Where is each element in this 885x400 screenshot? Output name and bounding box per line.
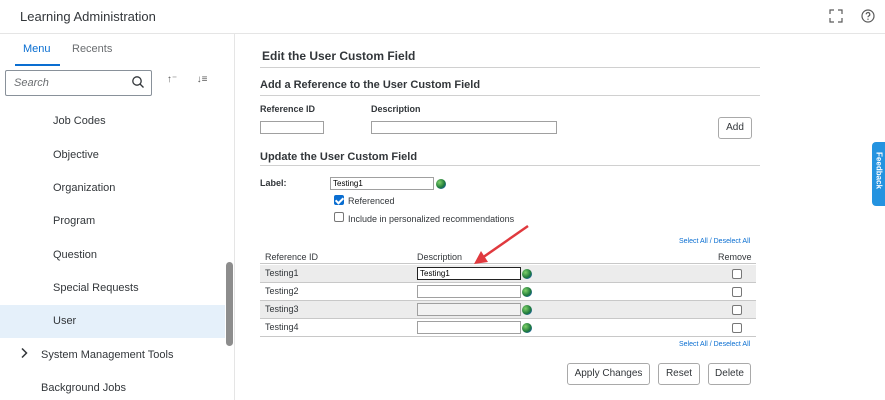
- table-row: Testing4: [260, 319, 756, 337]
- sidebar-item-job-codes[interactable]: Job Codes: [0, 105, 225, 138]
- feedback-label: Feedback: [874, 152, 884, 189]
- remove-checkbox[interactable]: [732, 287, 742, 297]
- reference-id-input[interactable]: [260, 121, 324, 134]
- top-bar: Learning Administration: [0, 0, 885, 34]
- column-header-description: Description: [417, 252, 463, 262]
- row-description-input[interactable]: [417, 321, 521, 334]
- sidebar-item-label: Objective: [53, 149, 99, 161]
- search-icon[interactable]: [131, 75, 145, 89]
- sidebar-item-special-requests[interactable]: Special Requests: [0, 272, 225, 305]
- sidebar-item-organization[interactable]: Organization: [0, 172, 225, 205]
- sidebar-item-label: Organization: [53, 182, 116, 194]
- page-title: Edit the User Custom Field: [262, 49, 416, 63]
- select-all-link-top[interactable]: Select All / Deselect All: [679, 238, 750, 245]
- sidebar-tabs: Menu Recents: [0, 34, 234, 66]
- add-button[interactable]: Add: [718, 117, 752, 139]
- referenced-label: Referenced: [348, 196, 395, 206]
- globe-icon[interactable]: [436, 179, 446, 189]
- row-reference-id: Testing2: [265, 286, 299, 296]
- annotation-arrow: [474, 224, 529, 264]
- column-header-remove: Remove: [718, 252, 752, 262]
- sort-descending-icon[interactable]: ↓≡: [192, 74, 212, 85]
- table-row: Testing2: [260, 283, 756, 301]
- sidebar-item-label: Special Requests: [53, 282, 139, 294]
- search-placeholder: Search: [14, 77, 49, 89]
- reset-button[interactable]: Reset: [658, 363, 700, 385]
- sidebar-item-user[interactable]: User: [0, 305, 225, 338]
- sidebar-item-background-jobs[interactable]: Background Jobs: [0, 372, 225, 400]
- sidebar-item-label: Program: [53, 215, 96, 227]
- column-header-reference-id: Reference ID: [265, 252, 319, 262]
- globe-icon[interactable]: [522, 287, 532, 297]
- description-label: Description: [371, 104, 421, 114]
- sidebar: Menu Recents Search ↑⁻ ↓≡ Job Codes Obje…: [0, 34, 235, 400]
- personalized-checkbox[interactable]: [334, 212, 344, 222]
- sidebar-item-label: Background Jobs: [41, 382, 126, 394]
- search-input[interactable]: Search: [5, 70, 152, 96]
- select-all-link-bottom[interactable]: Select All / Deselect All: [679, 341, 750, 348]
- apply-changes-button[interactable]: Apply Changes: [567, 363, 650, 385]
- sidebar-scrollbar[interactable]: [226, 262, 233, 346]
- sidebar-item-label: User: [53, 315, 77, 327]
- globe-icon[interactable]: [522, 269, 532, 279]
- description-input[interactable]: [371, 121, 557, 134]
- active-tab-indicator: [15, 64, 60, 66]
- sidebar-item-program[interactable]: Program: [0, 205, 225, 238]
- divider: [260, 165, 760, 166]
- globe-icon[interactable]: [522, 305, 532, 315]
- remove-checkbox[interactable]: [732, 269, 742, 279]
- delete-button[interactable]: Delete: [708, 363, 751, 385]
- sidebar-item-label: System Management Tools: [41, 349, 174, 361]
- table-row: Testing3: [260, 301, 756, 319]
- update-section-title: Update the User Custom Field: [260, 151, 418, 163]
- divider: [260, 95, 760, 96]
- remove-checkbox[interactable]: [732, 305, 742, 315]
- row-reference-id: Testing4: [265, 322, 299, 332]
- sidebar-item-objective[interactable]: Objective: [0, 139, 225, 172]
- tab-menu[interactable]: Menu: [23, 43, 51, 55]
- row-description-input[interactable]: [417, 285, 521, 298]
- row-reference-id: Testing3: [265, 304, 299, 314]
- tab-recents[interactable]: Recents: [72, 43, 112, 55]
- sidebar-item-label: Job Codes: [53, 115, 106, 127]
- reference-id-label: Reference ID: [260, 104, 316, 114]
- label-field-label: Label:: [260, 178, 287, 188]
- help-icon[interactable]: [860, 9, 876, 25]
- row-reference-id: Testing1: [265, 268, 299, 278]
- app-title: Learning Administration: [20, 9, 156, 24]
- sidebar-item-question[interactable]: Question: [0, 239, 225, 272]
- referenced-checkbox[interactable]: [334, 195, 344, 205]
- label-input[interactable]: Testing1: [330, 177, 434, 190]
- feedback-tab[interactable]: Feedback: [872, 142, 885, 206]
- remove-checkbox[interactable]: [732, 323, 742, 333]
- globe-icon[interactable]: [522, 323, 532, 333]
- add-section-title: Add a Reference to the User Custom Field: [260, 79, 481, 91]
- fullscreen-icon[interactable]: [828, 9, 844, 25]
- sidebar-item-label: Question: [53, 249, 98, 261]
- main-content: Edit the User Custom Field Add a Referen…: [236, 34, 885, 400]
- row-description-input[interactable]: [417, 303, 521, 316]
- sidebar-item-system-management-tools[interactable]: System Management Tools: [0, 339, 225, 372]
- chevron-right-icon[interactable]: [19, 347, 29, 362]
- sort-ascending-icon[interactable]: ↑⁻: [162, 74, 182, 85]
- divider: [260, 67, 760, 68]
